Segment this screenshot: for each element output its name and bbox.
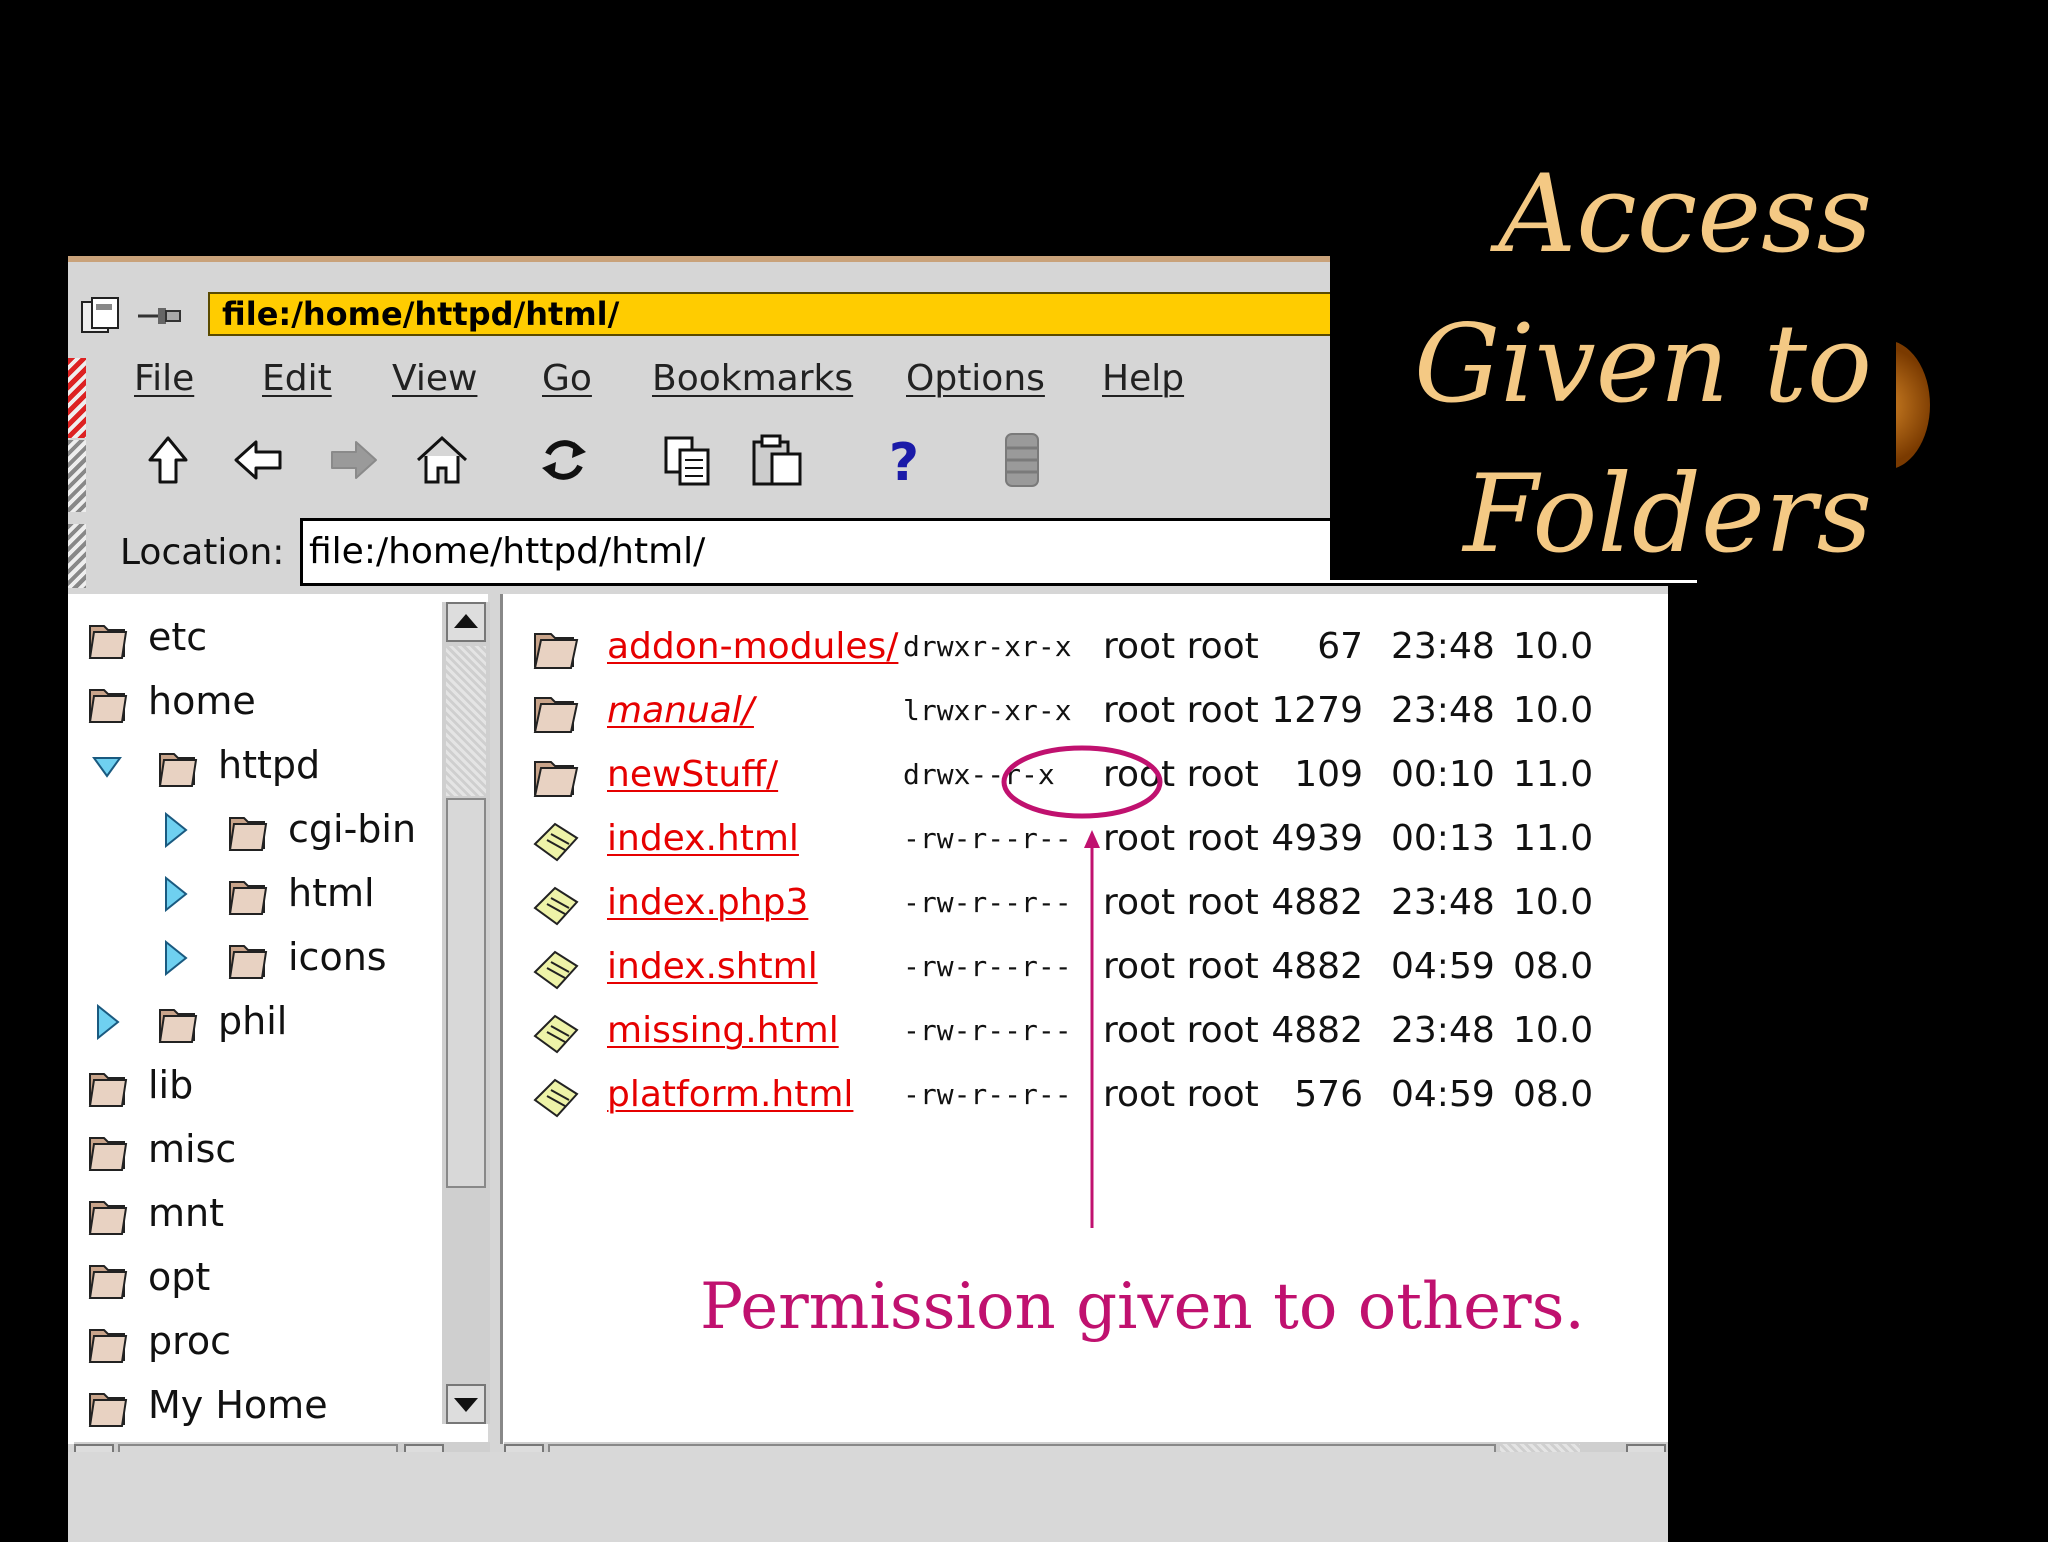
annotation-caption: Permission given to others. — [700, 1270, 1585, 1344]
annotation-arrowhead — [1084, 830, 1100, 848]
permission-highlight-ellipse — [1001, 745, 1163, 819]
